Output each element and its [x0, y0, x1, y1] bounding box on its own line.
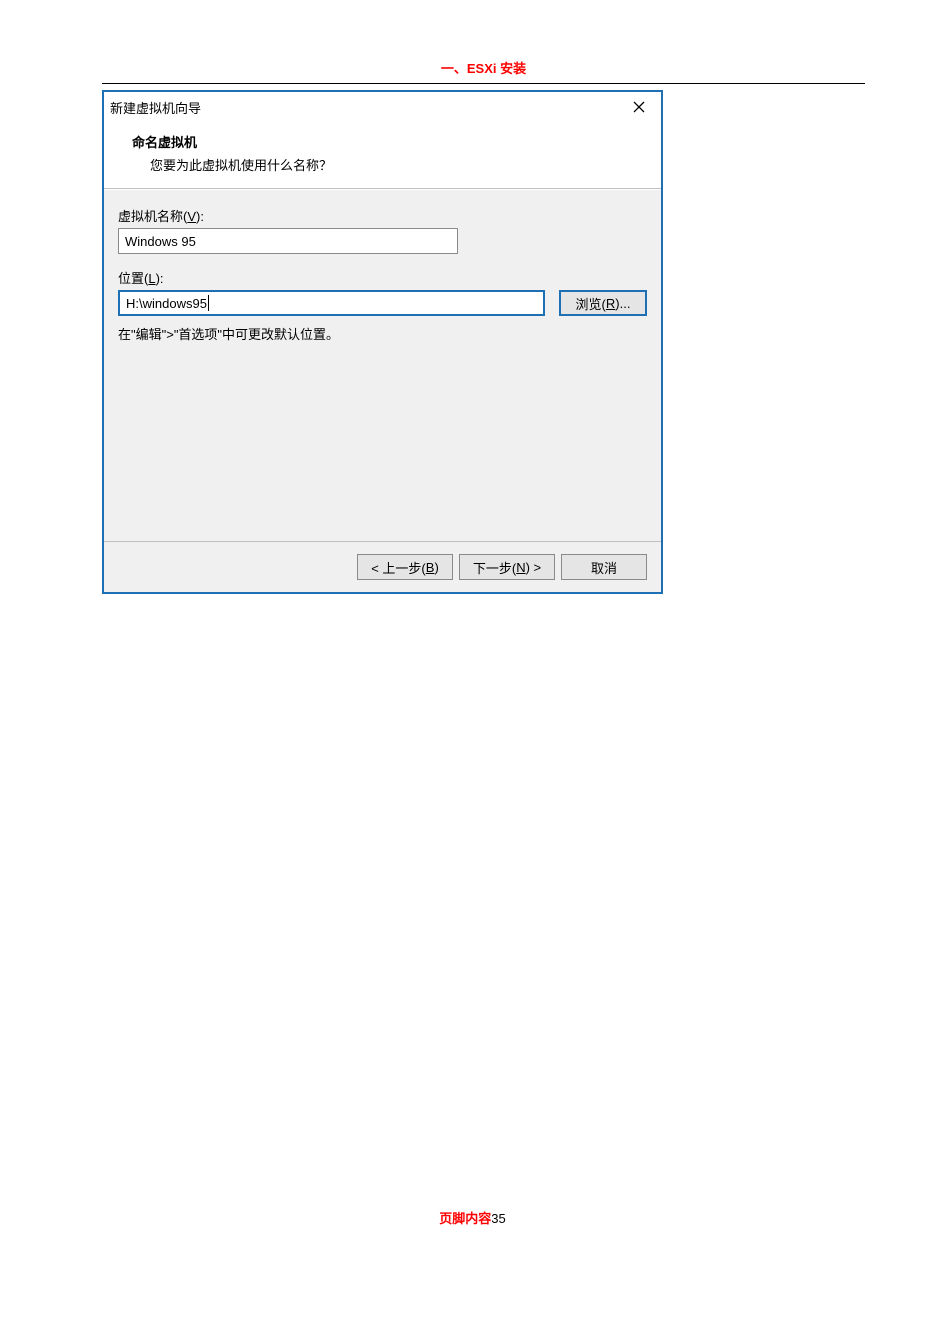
page-footer-number: 35 [491, 1211, 505, 1226]
back-button-key: B [426, 560, 435, 575]
page-footer-label: 页脚内容 [439, 1211, 491, 1226]
back-button-pre: < 上一步( [371, 558, 426, 577]
dialog-body: 虚拟机名称(V): Windows 95 位置(L): H:\windows95… [104, 189, 661, 541]
dialog-title: 新建虚拟机向导 [110, 98, 201, 117]
next-button-key: N [516, 560, 525, 575]
back-button[interactable]: < 上一步(B) [357, 554, 453, 580]
dialog-step-subtitle: 您要为此虚拟机使用什么名称？ [132, 155, 651, 174]
dialog-header-panel: 命名虚拟机 您要为此虚拟机使用什么名称？ [104, 122, 661, 189]
browse-button[interactable]: 浏览(R)... [559, 290, 647, 316]
vm-name-row: 虚拟机名称(V): Windows 95 [118, 206, 647, 254]
back-button-post: ) [434, 560, 438, 575]
vm-name-value: Windows 95 [125, 234, 196, 249]
next-button-post: ) > [526, 560, 542, 575]
vm-name-label-pre: 虚拟机名称( [118, 209, 187, 224]
vm-name-label: 虚拟机名称(V): [118, 206, 647, 225]
text-caret [208, 295, 209, 311]
vm-location-label: 位置(L): [118, 268, 647, 287]
vm-name-label-key: V [187, 209, 196, 224]
page-footer: 页脚内容35 [0, 1208, 945, 1227]
browse-button-key: R [606, 296, 615, 311]
page-header-text: 一、ESXi 安装 [441, 61, 526, 76]
browse-button-pre: 浏览( [576, 294, 606, 313]
new-vm-wizard-dialog: 新建虚拟机向导 命名虚拟机 您要为此虚拟机使用什么名称？ 虚拟机名称(V): W… [102, 90, 663, 594]
close-button[interactable] [625, 96, 653, 118]
vm-name-label-post: ): [196, 209, 204, 224]
vm-location-label-key: L [148, 271, 155, 286]
vm-name-input[interactable]: Windows 95 [118, 228, 458, 254]
dialog-titlebar: 新建虚拟机向导 [104, 92, 661, 122]
next-button[interactable]: 下一步(N) > [459, 554, 555, 580]
location-hint: 在"编辑">"首选项"中可更改默认位置。 [118, 324, 647, 343]
vm-location-row: 位置(L): H:\windows95 浏览(R)... [118, 268, 647, 316]
browse-button-post: )... [615, 296, 630, 311]
next-button-pre: 下一步( [473, 558, 516, 577]
cancel-button[interactable]: 取消 [561, 554, 647, 580]
vm-location-input[interactable]: H:\windows95 [118, 290, 545, 316]
dialog-step-title: 命名虚拟机 [132, 132, 651, 151]
vm-location-value: H:\windows95 [126, 296, 207, 311]
dialog-footer: < 上一步(B) 下一步(N) > 取消 [104, 541, 661, 592]
page-header: 一、ESXi 安装 [102, 58, 865, 84]
vm-location-label-post: ): [156, 271, 164, 286]
close-icon [633, 101, 645, 113]
vm-location-label-pre: 位置( [118, 271, 148, 286]
cancel-button-label: 取消 [591, 558, 617, 577]
